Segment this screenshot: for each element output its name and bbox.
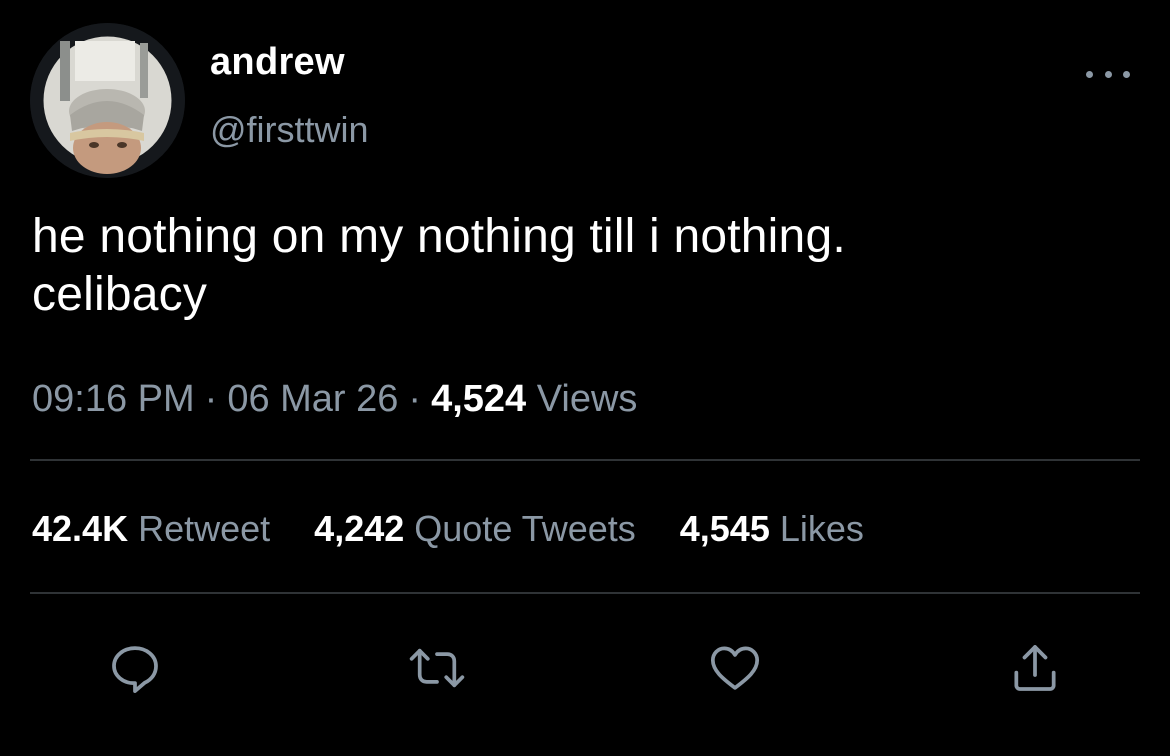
likes-label: Likes xyxy=(779,508,864,549)
more-options-button[interactable] xyxy=(1086,62,1130,86)
dot-icon xyxy=(1123,70,1130,78)
user-handle[interactable]: @firsttwin xyxy=(210,108,369,152)
likes-count: 4,545 xyxy=(679,508,770,549)
retweet-icon xyxy=(409,648,465,688)
views-count: 4,524 xyxy=(431,378,527,420)
separator: · xyxy=(204,378,218,420)
retweet-button[interactable] xyxy=(405,636,469,700)
quotes-count: 4,242 xyxy=(314,508,405,549)
separator: · xyxy=(408,378,422,420)
dot-icon xyxy=(1104,70,1112,78)
likes-stat[interactable]: 4,545 Likes xyxy=(680,506,864,552)
tweet-date[interactable]: 06 Mar 26 xyxy=(227,378,398,420)
share-button[interactable] xyxy=(1003,636,1067,700)
dot-icon xyxy=(1086,70,1093,78)
retweets-count: 42.4K xyxy=(32,508,129,549)
heart-icon xyxy=(710,646,760,690)
retweets-label: Retweet xyxy=(138,508,271,549)
reply-button[interactable] xyxy=(103,636,167,700)
share-icon xyxy=(1014,645,1056,691)
views-label: Views xyxy=(536,378,638,420)
reply-icon xyxy=(112,646,158,693)
tweet-time[interactable]: 09:16 PM xyxy=(32,378,195,420)
retweets-stat[interactable]: 42.4K Retweet xyxy=(32,506,270,552)
avatar[interactable] xyxy=(30,23,185,178)
quotes-label: Quote Tweets xyxy=(414,508,636,549)
tweet-stats: 42.4K Retweet 4,242 Quote Tweets 4,545 Like… xyxy=(32,506,898,552)
divider xyxy=(30,459,1140,461)
quotes-stat[interactable]: 4,242 Quote Tweets xyxy=(314,506,636,552)
display-name[interactable]: andrew xyxy=(210,40,345,84)
tweet-text: he nothing on my nothing till i nothing.… xyxy=(32,208,1132,324)
tweet-text-line: he nothing on my nothing till i nothing. xyxy=(32,210,846,263)
tweet-meta: 09:16 PM · 06 Mar 26 · 4,524 Views xyxy=(32,376,637,422)
tweet-text-line: celibacy xyxy=(32,268,208,321)
divider xyxy=(30,592,1140,594)
tweet: andrew @firsttwin he nothing on my nothi… xyxy=(0,0,1170,756)
like-button[interactable] xyxy=(703,636,767,700)
